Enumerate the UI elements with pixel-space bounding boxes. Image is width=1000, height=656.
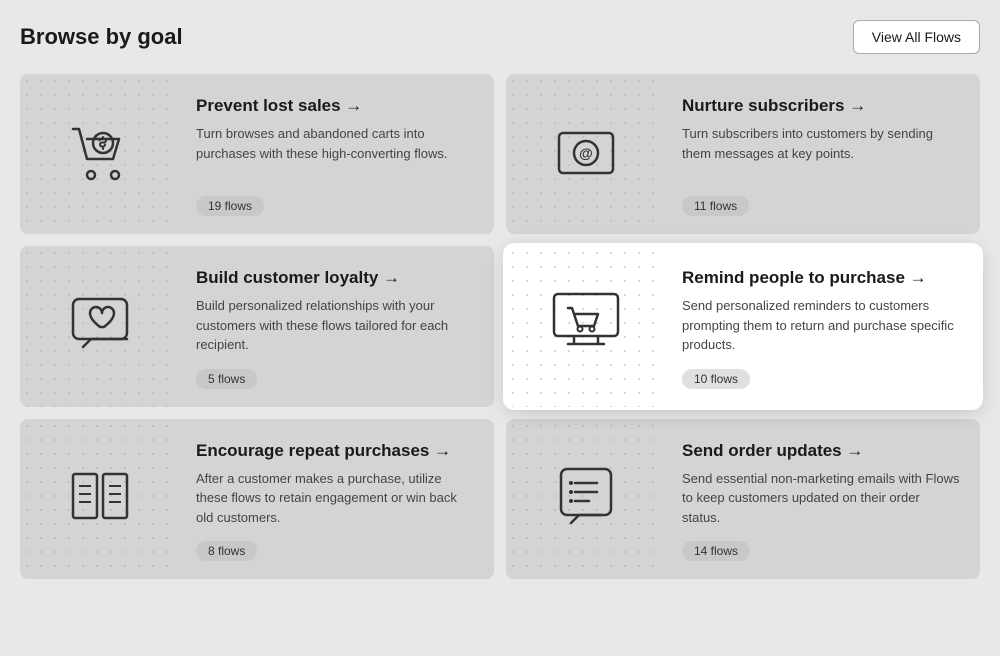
card-content-remind-people-to-purchase: Remind people to purchase → Send persona… [666, 246, 980, 407]
cart-dollar-icon [65, 117, 135, 192]
card-description-remind-people-to-purchase: Send personalized reminders to customers… [682, 296, 960, 355]
card-prevent-lost-sales[interactable]: Prevent lost sales → Turn browses and ab… [20, 74, 494, 234]
page-title: Browse by goal [20, 24, 183, 50]
card-content-encourage-repeat-purchases: Encourage repeat purchases → After a cus… [180, 419, 494, 580]
card-content-nurture-subscribers: Nurture subscribers → Turn subscribers i… [666, 74, 980, 234]
card-title-prevent-lost-sales: Prevent lost sales → [196, 96, 474, 116]
card-build-customer-loyalty[interactable]: Build customer loyalty → Build personali… [20, 246, 494, 407]
card-description-nurture-subscribers: Turn subscribers into customers by sendi… [682, 124, 960, 163]
email-icon: @ [551, 119, 621, 189]
card-description-encourage-repeat-purchases: After a customer makes a purchase, utili… [196, 469, 474, 528]
card-remind-people-to-purchase[interactable]: Remind people to purchase → Send persona… [506, 246, 980, 407]
card-content-build-customer-loyalty: Build customer loyalty → Build personali… [180, 246, 494, 407]
card-title-send-order-updates: Send order updates → [682, 441, 960, 461]
card-icon-area-nurture-subscribers: @ [506, 74, 666, 234]
card-description-prevent-lost-sales: Turn browses and abandoned carts into pu… [196, 124, 474, 163]
card-description-build-customer-loyalty: Build personalized relationships with yo… [196, 296, 474, 355]
message-list-icon [551, 461, 621, 536]
page-container: Browse by goal View All Flows Prevent lo… [20, 20, 980, 579]
card-icon-area-remind-people-to-purchase [506, 246, 666, 407]
svg-text:@: @ [579, 145, 593, 161]
card-content-prevent-lost-sales: Prevent lost sales → Turn browses and ab… [180, 74, 494, 234]
card-badge-encourage-repeat-purchases: 8 flows [196, 541, 257, 561]
card-nurture-subscribers[interactable]: @ Nurture subscribers → Turn subscribers… [506, 74, 980, 234]
card-encourage-repeat-purchases[interactable]: Encourage repeat purchases → After a cus… [20, 419, 494, 580]
card-badge-nurture-subscribers: 11 flows [682, 196, 749, 216]
card-title-build-customer-loyalty: Build customer loyalty → [196, 268, 474, 288]
card-send-order-updates[interactable]: Send order updates → Send essential non-… [506, 419, 980, 580]
monitor-cart-icon [546, 286, 626, 366]
card-badge-build-customer-loyalty: 5 flows [196, 369, 257, 389]
heart-chat-icon [65, 289, 135, 364]
card-icon-area-send-order-updates [506, 419, 666, 580]
card-title-remind-people-to-purchase: Remind people to purchase → [682, 268, 960, 288]
card-description-send-order-updates: Send essential non-marketing emails with… [682, 469, 960, 528]
view-all-flows-button[interactable]: View All Flows [853, 20, 980, 54]
card-icon-area-build-customer-loyalty [20, 246, 180, 407]
card-title-nurture-subscribers: Nurture subscribers → [682, 96, 960, 116]
card-icon-area-prevent-lost-sales [20, 74, 180, 234]
book-icon [65, 464, 135, 534]
card-content-send-order-updates: Send order updates → Send essential non-… [666, 419, 980, 580]
card-badge-prevent-lost-sales: 19 flows [196, 196, 264, 216]
card-icon-area-encourage-repeat-purchases [20, 419, 180, 580]
card-badge-send-order-updates: 14 flows [682, 541, 750, 561]
card-title-encourage-repeat-purchases: Encourage repeat purchases → [196, 441, 474, 461]
goals-grid: Prevent lost sales → Turn browses and ab… [20, 74, 980, 579]
header: Browse by goal View All Flows [20, 20, 980, 54]
card-badge-remind-people-to-purchase: 10 flows [682, 369, 750, 389]
